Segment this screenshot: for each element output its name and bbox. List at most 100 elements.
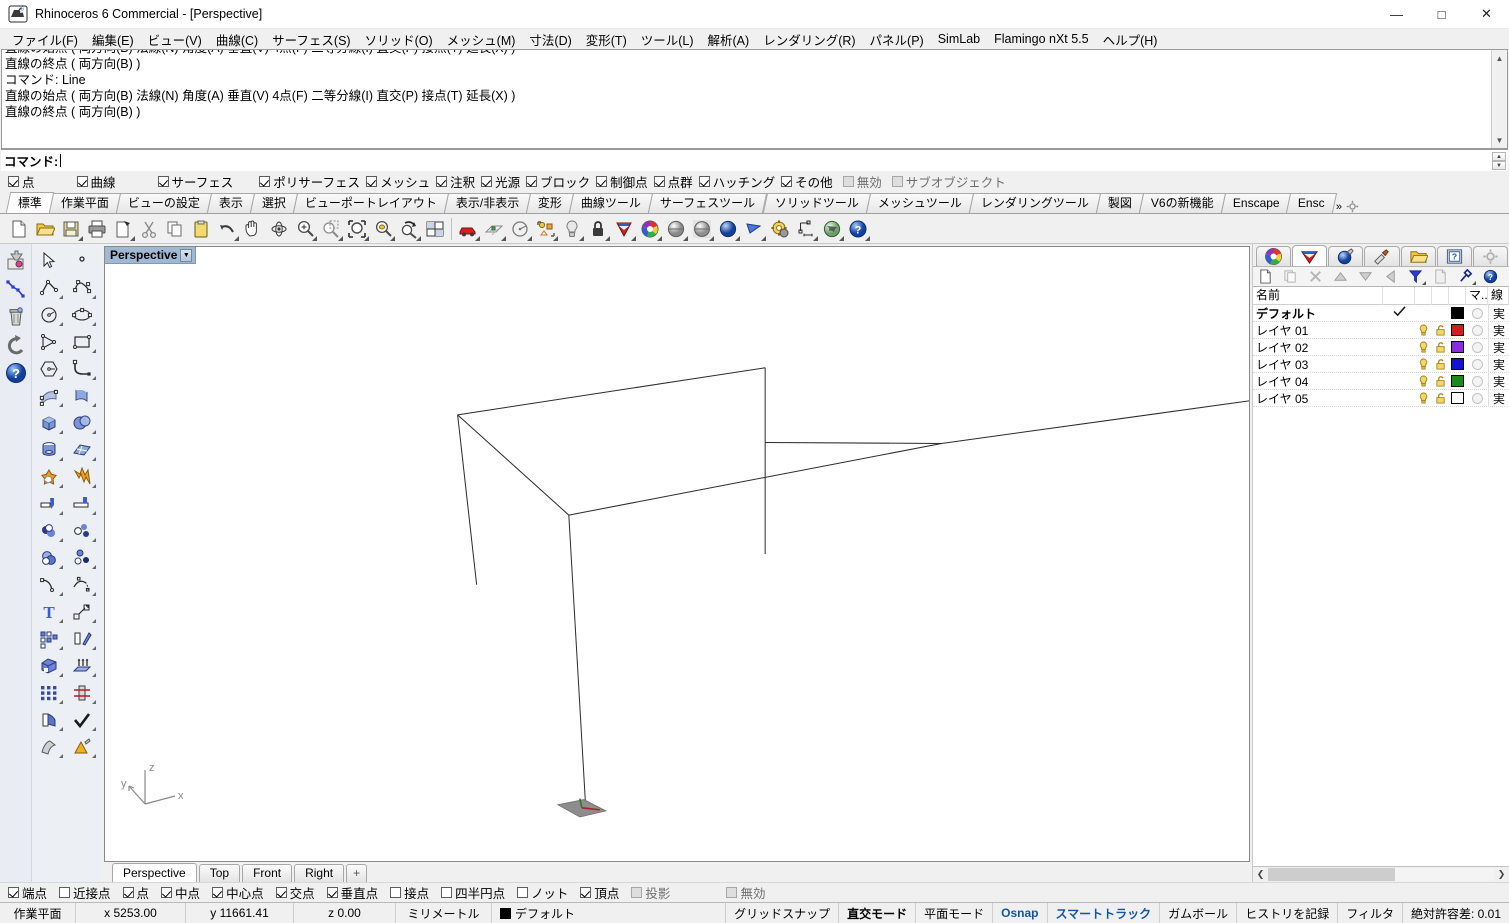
render-car-icon[interactable]: [455, 216, 481, 242]
osnap-near[interactable]: 近接点: [59, 883, 111, 902]
tab-properties[interactable]: ?: [1436, 246, 1472, 266]
filter-lights[interactable]: 光源: [481, 172, 520, 191]
close-button[interactable]: ✕: [1464, 0, 1509, 29]
trim-icon[interactable]: [32, 490, 65, 517]
select-arrow-icon[interactable]: [32, 247, 65, 274]
table-row[interactable]: レイヤ 03 実: [1253, 355, 1509, 373]
filter-point-clouds[interactable]: 点群: [653, 172, 693, 191]
paste-icon[interactable]: [188, 216, 214, 242]
layer-visibility-icon[interactable]: [1415, 341, 1432, 354]
tab-settings[interactable]: [1472, 246, 1508, 266]
tab-transform[interactable]: 変形: [526, 193, 575, 213]
polygon-icon[interactable]: [32, 355, 65, 382]
tab-surface-tools[interactable]: サーフェスツール: [648, 193, 768, 213]
join-icon[interactable]: [32, 517, 65, 544]
tab-select[interactable]: 選択: [249, 193, 299, 213]
layer-lock-icon[interactable]: [1432, 324, 1449, 337]
tab-visibility[interactable]: 表示/非表示: [443, 193, 532, 213]
duplicate-layer-icon[interactable]: [1278, 267, 1303, 287]
tab-color-wheel[interactable]: [1256, 246, 1292, 266]
column-header-name[interactable]: 名前: [1253, 286, 1383, 305]
tab-overflow-button[interactable]: »: [1334, 201, 1344, 213]
menu-curve[interactable]: 曲線(C): [209, 29, 265, 50]
menu-render[interactable]: レンダリング(R): [756, 29, 862, 50]
maximize-button[interactable]: □: [1419, 0, 1464, 29]
new-file-icon[interactable]: [6, 216, 32, 242]
help-blue-icon[interactable]: ?: [2, 359, 30, 387]
menu-dimension[interactable]: 寸法(D): [522, 29, 578, 50]
osnap-quad[interactable]: 四半円点: [441, 883, 505, 902]
zoom-in-icon[interactable]: [292, 216, 318, 242]
extrude-icon[interactable]: [32, 652, 65, 679]
viewport-tab-perspective[interactable]: Perspective: [112, 863, 197, 882]
fillet-icon[interactable]: [32, 571, 65, 598]
menu-help[interactable]: ヘルプ(H): [1096, 29, 1165, 50]
viewport-tab-front[interactable]: Front: [242, 864, 293, 882]
status-osnap[interactable]: Osnap: [993, 903, 1048, 923]
zoom-window-icon[interactable]: [318, 216, 344, 242]
zoom-extents-icon[interactable]: [344, 216, 370, 242]
viewport-tab-right[interactable]: Right: [294, 864, 345, 882]
box-icon[interactable]: [32, 409, 65, 436]
tab-enscape-2[interactable]: Ensc: [1286, 193, 1338, 213]
layer-linetype[interactable]: 実: [1488, 355, 1509, 373]
tab-files[interactable]: [1400, 246, 1436, 266]
table-row[interactable]: レイヤ 01 実: [1253, 321, 1509, 339]
new-layer-icon[interactable]: [1253, 267, 1278, 287]
stepper-down-icon[interactable]: ▼: [1492, 161, 1506, 170]
color-wheel-icon[interactable]: [637, 216, 663, 242]
copy-viewport-icon[interactable]: [110, 216, 136, 242]
layer-linetype[interactable]: 実: [1488, 338, 1509, 356]
osnap-perp[interactable]: 垂直点: [326, 883, 378, 902]
zoom-previous-icon[interactable]: [396, 216, 422, 242]
tab-enscape[interactable]: Enscape: [1220, 193, 1292, 213]
command-history-area[interactable]: 直線の始点 ( 両方向(B) 法線(N) 角度(A) 垂直(V) 4点(F) 二…: [1, 49, 1508, 149]
layer-panel-hscrollbar[interactable]: ❮ ❯: [1253, 866, 1509, 882]
layer-linetype[interactable]: 実: [1488, 372, 1509, 390]
layer-linetype[interactable]: 実: [1488, 389, 1509, 407]
layer-visibility-icon[interactable]: [1415, 324, 1432, 337]
move-left-icon[interactable]: [1378, 267, 1403, 287]
layer-list[interactable]: デフォルト 実 レイヤ 01 実 レイヤ 02 実 レイヤ 03 実 レイヤ 0…: [1253, 305, 1509, 866]
menu-surface[interactable]: サーフェス(S): [265, 29, 357, 50]
options-gear-icon[interactable]: [767, 216, 793, 242]
filter-annotations[interactable]: 注釈: [436, 172, 475, 191]
tab-mesh-tools[interactable]: メッシュツール: [865, 193, 974, 213]
osnap-point[interactable]: 点: [122, 883, 149, 902]
column-header-material[interactable]: マ...: [1466, 286, 1488, 305]
filter-curves[interactable]: 曲線: [76, 172, 116, 191]
unroll-icon[interactable]: [32, 733, 65, 760]
layer-material-icon[interactable]: [1466, 392, 1488, 404]
layer-name[interactable]: レイヤ 01: [1253, 322, 1383, 339]
flag-arrow-icon[interactable]: [741, 216, 767, 242]
tab-render[interactable]: [1328, 246, 1364, 266]
tab-render-tools[interactable]: レンダリングツール: [968, 193, 1101, 213]
layer-properties-icon[interactable]: [1428, 267, 1453, 287]
circle-icon[interactable]: [32, 301, 65, 328]
rotate-view-icon[interactable]: [266, 216, 292, 242]
light-bulb-icon[interactable]: [559, 216, 585, 242]
command-history-scrollbar[interactable]: ▲ ▼: [1491, 50, 1507, 148]
layer-material-icon[interactable]: [1466, 358, 1488, 370]
extract-icon[interactable]: [65, 517, 98, 544]
menu-flamingo[interactable]: Flamingo nXt 5.5: [987, 31, 1096, 47]
material-icon[interactable]: [611, 216, 637, 242]
scroll-down-icon[interactable]: ▼: [1492, 132, 1507, 148]
polyline-icon[interactable]: [32, 274, 65, 301]
tab-display[interactable]: 表示: [206, 193, 256, 213]
status-record-history[interactable]: ヒストリを記録: [1237, 903, 1339, 923]
layer-linetype[interactable]: 実: [1488, 305, 1509, 322]
mirror-icon[interactable]: [65, 625, 98, 652]
boolean-circles-icon[interactable]: [32, 544, 65, 571]
tab-solid-tools[interactable]: ソリッドツール: [762, 193, 871, 213]
menu-panels[interactable]: パネル(P): [863, 29, 931, 50]
tab-standard[interactable]: 標準: [5, 192, 55, 213]
ellipse-icon[interactable]: [65, 301, 98, 328]
lock-icon[interactable]: [585, 216, 611, 242]
menu-file[interactable]: ファイル(F): [5, 29, 85, 50]
zoom-selected-icon[interactable]: [370, 216, 396, 242]
scale-icon[interactable]: [65, 598, 98, 625]
filter-subobject[interactable]: サブオブジェクト: [891, 172, 1006, 191]
gear-icon[interactable]: [1344, 200, 1361, 213]
layer-name[interactable]: デフォルト: [1253, 305, 1383, 322]
